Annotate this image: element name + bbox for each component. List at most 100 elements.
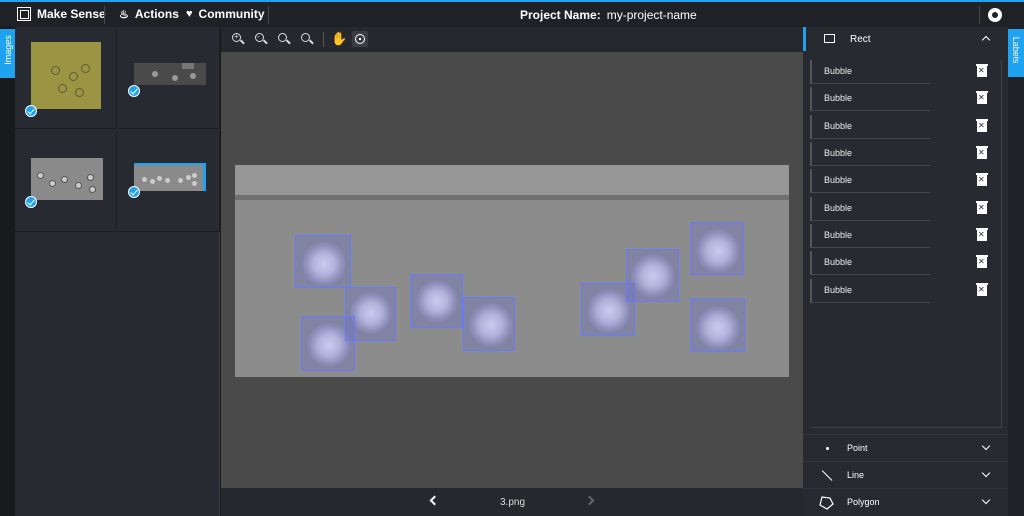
labels-tab-label: Labels [1011,36,1021,64]
delete-icon[interactable] [976,228,988,241]
thumbnail-preview [134,163,206,191]
labels-panel: Rect Bubble Bubble Bubble Bubble Bubble … [803,27,1008,516]
chevron-up-icon[interactable] [981,35,991,45]
delete-icon[interactable] [976,283,988,296]
image-filename: 3.png [500,497,526,508]
divider [268,6,269,24]
zoom-out-icon[interactable]: - [253,31,269,47]
project-name-value[interactable]: my-project-name [607,8,697,22]
image-navigation-bar: 3.png [221,488,803,516]
delete-icon[interactable] [976,119,988,132]
label-item: Bubble [810,279,1002,303]
brand-name: Make Sense [37,7,106,21]
zoom-fit-icon[interactable] [276,31,292,47]
thumbnail-preview [134,63,206,85]
images-tab-label: Images [3,35,13,65]
bounding-box[interactable] [690,298,745,352]
delete-icon[interactable] [976,64,988,77]
bounding-box[interactable] [410,274,463,328]
github-icon[interactable] [988,8,1002,22]
label-item: Bubble [810,60,1002,84]
bounding-box[interactable] [690,222,744,275]
hand-icon[interactable]: ✋ [331,31,347,47]
chevron-down-icon[interactable] [981,468,991,478]
actions-menu[interactable]: ♨ Actions [119,7,179,21]
label-item: Bubble [810,87,1002,111]
rectangle-icon [824,34,835,43]
delete-icon[interactable] [976,201,988,214]
thumbnail-image-4[interactable] [118,130,220,232]
thumbnail-preview [31,42,101,109]
checked-icon [25,105,37,117]
divider [104,6,105,24]
delete-icon[interactable] [976,91,988,104]
image-canvas[interactable] [235,165,789,377]
polygon-icon [819,496,834,510]
labels-tab[interactable]: Labels [1008,29,1024,77]
label-item: Bubble [810,224,1002,248]
delete-icon[interactable] [976,146,988,159]
bounding-box[interactable] [463,297,515,351]
right-tab-strip [1008,27,1024,516]
thumbnail-preview [31,158,103,200]
thumbnail-image-2[interactable] [118,27,220,129]
zoom-reset-icon[interactable] [299,31,315,47]
label-select[interactable]: Bubble [810,142,930,166]
rect-tool-label: Rect [850,34,871,45]
polygon-tool-row[interactable]: Polygon [803,488,1008,515]
label-item: Bubble [810,197,1002,221]
label-item: Bubble [810,142,1002,166]
label-item: Bubble [810,251,1002,275]
images-tab[interactable]: Images [0,29,15,78]
divider [979,6,980,24]
label-list: Bubble Bubble Bubble Bubble Bubble Bubbl… [810,60,1002,428]
community-menu[interactable]: ♥ Community [186,7,265,21]
checked-icon [25,196,37,208]
zoom-in-icon[interactable]: + [230,31,246,47]
label-select[interactable]: Bubble [810,60,930,84]
crosshair-icon[interactable] [352,31,368,47]
label-select[interactable]: Bubble [810,197,930,221]
project-name[interactable]: Project Name: my-project-name [520,8,697,22]
editor-toolbar: + - ✋ [221,27,803,52]
delete-icon[interactable] [976,255,988,268]
label-select[interactable]: Bubble [810,169,930,193]
point-icon [826,447,829,450]
label-item: Bubble [810,169,1002,193]
line-tool-label: Line [847,470,865,480]
bounding-box[interactable] [295,235,351,288]
delete-icon[interactable] [976,173,988,186]
logo-icon [17,7,31,21]
bounding-box[interactable] [626,249,679,302]
point-tool-label: Point [847,443,868,453]
image-background [235,165,789,195]
image-list-panel [15,27,220,516]
thumbnail-image-1[interactable] [15,27,117,129]
image-background [235,195,789,200]
thumbnail-image-3[interactable] [15,130,117,232]
label-select[interactable]: Bubble [810,251,930,275]
editor-canvas-area[interactable]: + - ✋ 3.png [221,27,803,516]
label-select[interactable]: Bubble [810,87,930,111]
bounding-box[interactable] [301,316,355,371]
previous-image-icon[interactable] [429,495,440,506]
community-label: Community [198,7,265,21]
checked-icon [128,186,140,198]
label-item: Bubble [810,115,1002,139]
label-select[interactable]: Bubble [810,224,930,248]
top-navigation-bar: Make Sense ♨ Actions ♥ Community Project… [0,0,1024,27]
rect-tool-header[interactable]: Rect [803,27,1008,51]
toolbar-divider [323,32,324,47]
next-image-icon[interactable] [584,495,595,506]
chevron-down-icon[interactable] [981,441,991,451]
project-name-label: Project Name: [520,8,601,22]
checked-icon [128,85,140,97]
actions-label: Actions [134,7,179,21]
label-select[interactable]: Bubble [810,115,930,139]
point-tool-row[interactable]: Point [803,434,1008,461]
line-tool-row[interactable]: Line [803,461,1008,488]
label-select[interactable]: Bubble [810,279,930,303]
brand[interactable]: Make Sense [17,7,106,21]
flame-icon: ♨ [119,8,129,21]
chevron-down-icon[interactable] [981,495,991,505]
